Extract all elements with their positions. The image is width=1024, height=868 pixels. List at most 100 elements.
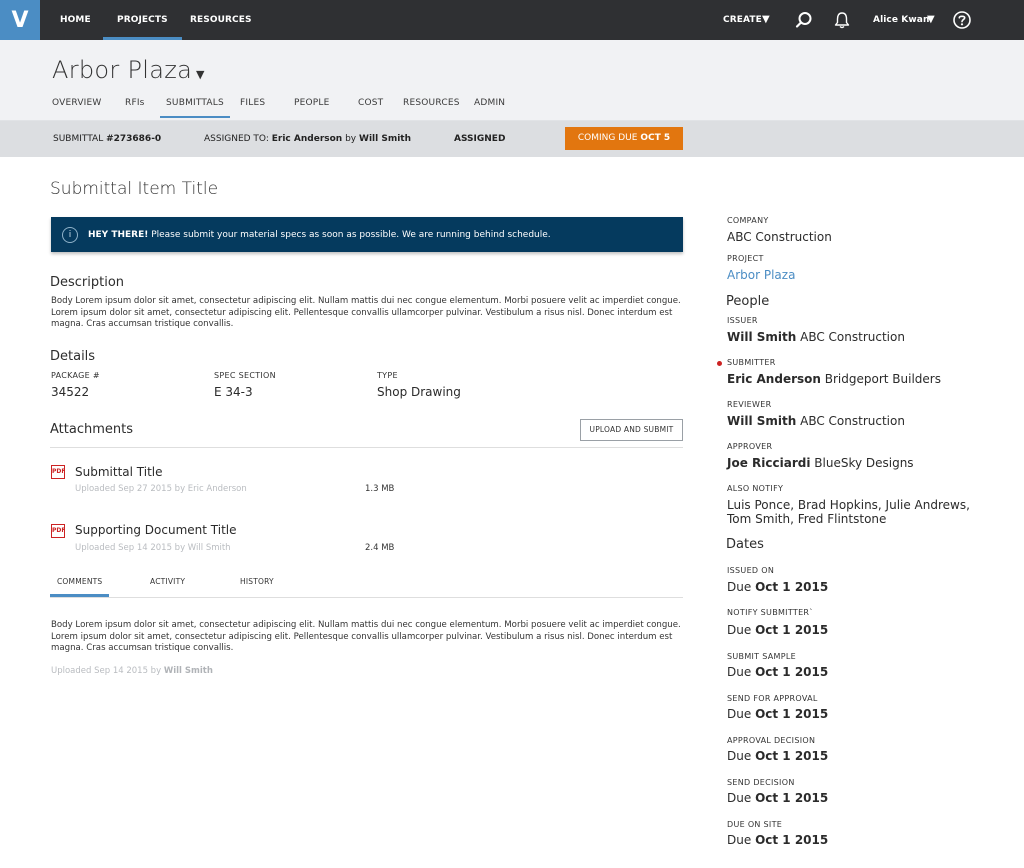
due-label: COMING DUE (577, 133, 638, 143)
app-logo[interactable]: V (0, 0, 40, 40)
user-caret-icon[interactable]: ▼ (927, 0, 935, 40)
also-notify-label: ALSO NOTIFY (727, 484, 784, 493)
info-alert: i HEY THERE! Please submit your material… (51, 217, 683, 252)
submittal-status-bar: SUBMITTAL #273686-0 ASSIGNED TO: Eric An… (0, 121, 1024, 157)
submitter-label: SUBMITTER (727, 358, 776, 367)
project-dropdown-icon[interactable]: ▼ (196, 68, 204, 81)
submitter-name[interactable]: Eric Anderson (727, 372, 821, 386)
nav-resources[interactable]: RESOURCES (190, 0, 252, 40)
dates-heading: Dates (726, 537, 764, 552)
package-value: 34522 (51, 385, 90, 399)
assigned-to-label: ASSIGNED TO: (204, 134, 269, 144)
tab-activity[interactable]: ACTIVITY (150, 577, 185, 586)
tab-history[interactable]: HISTORY (240, 577, 274, 586)
tab-files[interactable]: FILES (240, 98, 265, 108)
attachment-size: 2.4 MB (365, 543, 395, 553)
date-label: SEND FOR APPROVAL (727, 694, 818, 703)
attachment-size: 1.3 MB (365, 484, 395, 494)
date: Oct 1 2015 (755, 749, 829, 763)
tab-admin[interactable]: ADMIN (474, 98, 505, 108)
spec-section-label: SPEC SECTION (214, 371, 276, 380)
date-value: Due Oct 1 2015 (727, 707, 828, 721)
comment-author[interactable]: Will Smith (164, 666, 213, 676)
alert-heading: HEY THERE! (88, 230, 149, 240)
assignee-name[interactable]: Eric Anderson (272, 134, 342, 144)
people-heading: People (726, 294, 770, 309)
tab-cost[interactable]: COST (358, 98, 383, 108)
attachments-heading: Attachments (50, 422, 133, 437)
date-value: Due Oct 1 2015 (727, 665, 828, 679)
approver-value: Joe Ricciardi BlueSky Designs (727, 456, 914, 470)
required-dot-icon (717, 361, 722, 366)
date-label: ISSUED ON (727, 566, 775, 575)
create-menu[interactable]: CREATE (723, 0, 762, 40)
tab-overview[interactable]: OVERVIEW (52, 98, 102, 108)
company-value: ABC Construction (727, 230, 832, 244)
assigner-name[interactable]: Will Smith (359, 134, 411, 144)
spec-section-value: E 34-3 (214, 385, 253, 399)
reviewer-value: Will Smith ABC Construction (727, 414, 905, 428)
date-label: DUE ON SITE (727, 820, 783, 829)
due-prefix: Due (727, 833, 752, 847)
tabs-divider (50, 597, 683, 598)
approver-company: BlueSky Designs (814, 456, 914, 470)
due-prefix: Due (727, 791, 752, 805)
date: Oct 1 2015 (755, 707, 829, 721)
assignment-info: ASSIGNED TO: Eric Anderson by Will Smith (204, 134, 411, 144)
upload-and-submit-button[interactable]: UPLOAD AND SUBMIT (580, 419, 683, 441)
by-label: by (345, 134, 357, 144)
attachment-title[interactable]: Supporting Document Title (75, 523, 237, 537)
alert-body: Please submit your material specs as soo… (148, 230, 551, 240)
project-title[interactable]: Arbor Plaza (52, 56, 192, 84)
tab-rfis[interactable]: RFIs (125, 98, 145, 108)
reviewer-company: ABC Construction (800, 414, 905, 428)
user-menu[interactable]: Alice Kwan (873, 0, 929, 40)
approver-name[interactable]: Joe Ricciardi (727, 456, 810, 470)
date-value: Due Oct 1 2015 (727, 623, 828, 637)
date: Oct 1 2015 (755, 580, 829, 594)
description-text: Body Lorem ipsum dolor sit amet, consect… (51, 296, 681, 329)
submittal-item-title: Submittal Item Title (50, 179, 219, 199)
due-prefix: Due (727, 623, 752, 637)
submitter-company: Bridgeport Builders (824, 372, 941, 386)
submittal-label: SUBMITTAL (53, 134, 104, 144)
attachment-title[interactable]: Submittal Title (75, 465, 163, 479)
date-value: Due Oct 1 2015 (727, 580, 828, 594)
date-label: SUBMIT SAMPLE (727, 652, 796, 661)
pdf-file-icon: PDF (51, 465, 65, 479)
submittal-number-value: #273686-0 (106, 134, 162, 144)
bell-icon[interactable] (832, 10, 852, 30)
nav-projects[interactable]: PROJECTS (103, 0, 182, 40)
submittal-number: SUBMITTAL #273686-0 (53, 134, 161, 144)
project-link[interactable]: Arbor Plaza (727, 268, 795, 282)
project-header: Arbor Plaza ▼ OVERVIEW RFIs SUBMITTALS F… (0, 40, 1024, 121)
also-notify-line-1: Luis Ponce, Brad Hopkins, Julie Andrews, (727, 498, 970, 512)
tab-people[interactable]: PEOPLE (294, 98, 330, 108)
date-value: Due Oct 1 2015 (727, 791, 828, 805)
search-icon[interactable] (794, 10, 814, 30)
comment-text: Body Lorem ipsum dolor sit amet, consect… (51, 620, 681, 653)
also-notify-line-2: Tom Smith, Fred Flintstone (727, 512, 887, 526)
nav-home[interactable]: HOME (60, 0, 91, 40)
tab-comments[interactable]: COMMENTS (49, 577, 110, 597)
package-label: PACKAGE # (51, 371, 100, 380)
details-heading: Details (50, 349, 96, 364)
date: Oct 1 2015 (755, 665, 829, 679)
issuer-label: ISSUER (727, 316, 758, 325)
issuer-value: Will Smith ABC Construction (727, 330, 905, 344)
tab-submittals[interactable]: SUBMITTALS (160, 98, 230, 118)
description-heading: Description (50, 275, 125, 290)
due-prefix: Due (727, 665, 752, 679)
attachment-meta: Uploaded Sep 27 2015 by Eric Anderson (75, 484, 247, 494)
status-badge: ASSIGNED (454, 134, 506, 144)
due-date: OCT 5 (640, 133, 671, 143)
info-icon: i (62, 227, 78, 243)
help-icon[interactable] (952, 10, 972, 30)
issuer-name[interactable]: Will Smith (727, 330, 796, 344)
create-caret-icon[interactable]: ▼ (762, 0, 770, 40)
reviewer-name[interactable]: Will Smith (727, 414, 796, 428)
approver-label: APPROVER (727, 442, 773, 451)
attachments-divider (50, 447, 683, 448)
tab-resources[interactable]: RESOURCES (403, 98, 460, 108)
company-label: COMPANY (727, 216, 769, 225)
